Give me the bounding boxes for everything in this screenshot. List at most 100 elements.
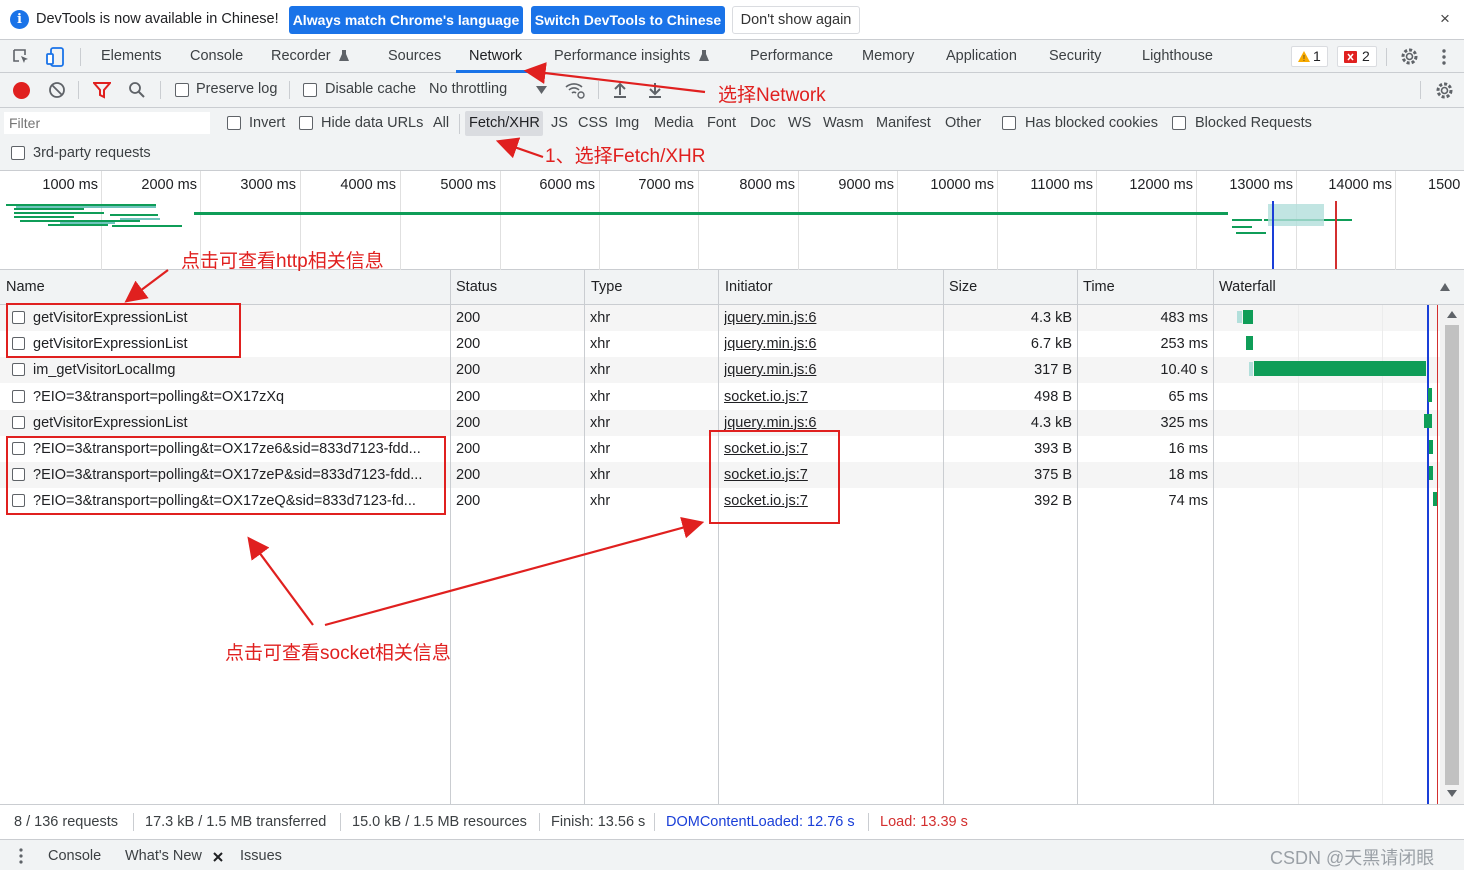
type-filter-css[interactable]: CSS	[578, 115, 608, 131]
type-filter-all[interactable]: All	[433, 115, 449, 131]
svg-text:!: !	[1303, 54, 1305, 63]
request-time: 74 ms	[1168, 493, 1209, 509]
column-name-header[interactable]: Name	[0, 270, 45, 305]
request-initiator-link[interactable]: jquery.min.js:6	[724, 331, 924, 357]
tab-lighthouse[interactable]: Lighthouse	[1142, 40, 1213, 73]
more-options-icon[interactable]	[1440, 48, 1448, 66]
request-status: 200	[456, 336, 481, 352]
type-filter-manifest[interactable]: Manifest	[876, 115, 931, 131]
row-select-checkbox[interactable]	[12, 416, 25, 429]
request-initiator-link[interactable]: jquery.min.js:6	[724, 357, 924, 383]
tab-network[interactable]: Network	[469, 40, 522, 73]
type-filter-ws[interactable]: WS	[788, 115, 811, 131]
invert-label: Invert	[249, 115, 286, 131]
tab-console[interactable]: Console	[190, 40, 243, 73]
filter-input[interactable]	[4, 112, 210, 134]
tab-application[interactable]: Application	[946, 40, 1017, 73]
close-infobar-icon[interactable]: ×	[1440, 9, 1450, 29]
scroll-up-icon[interactable]	[1447, 311, 1457, 318]
column-size-header[interactable]: Size	[943, 270, 977, 305]
drawer-tab-issues[interactable]: Issues	[240, 848, 282, 864]
hide-data-urls-checkbox[interactable]	[299, 116, 313, 130]
preserve-log-label: Preserve log	[196, 81, 278, 97]
request-type: xhr	[590, 467, 611, 483]
request-time: 10.40 s	[1160, 362, 1208, 378]
overview-tick-label: 1000 ms	[42, 177, 98, 193]
request-status: 200	[456, 441, 481, 457]
request-initiator-link[interactable]: jquery.min.js:6	[724, 305, 924, 331]
row-select-checkbox[interactable]	[12, 363, 25, 376]
third-party-requests-checkbox[interactable]	[11, 146, 25, 160]
blocked-requests-checkbox[interactable]	[1172, 116, 1186, 130]
tab-sources[interactable]: Sources	[388, 40, 441, 73]
request-initiator-link[interactable]: socket.io.js:7	[724, 384, 924, 410]
has-blocked-cookies-checkbox[interactable]	[1002, 116, 1016, 130]
column-time-header[interactable]: Time	[1077, 270, 1115, 305]
close-tab-icon[interactable]	[213, 852, 223, 862]
disable-cache-label: Disable cache	[325, 81, 417, 97]
search-icon[interactable]	[128, 81, 146, 99]
tab-elements[interactable]: Elements	[101, 40, 161, 73]
drawer-tab-whats-new[interactable]: What's New	[125, 848, 202, 864]
clear-icon[interactable]	[48, 81, 66, 99]
type-filter-img[interactable]: Img	[615, 115, 639, 131]
request-name[interactable]: ?EIO=3&transport=polling&t=OX17zXq	[33, 384, 443, 410]
preserve-log-checkbox[interactable]	[175, 83, 189, 97]
column-initiator-header[interactable]: Initiator	[719, 270, 773, 305]
always-match-language-button[interactable]: Always match Chrome's language	[289, 6, 523, 34]
table-row[interactable]: ?EIO=3&transport=polling&t=OX17zXq 200 xhr…	[0, 384, 1440, 410]
sort-ascending-icon[interactable]	[1440, 283, 1450, 291]
inspect-element-icon[interactable]	[12, 48, 30, 66]
type-filter-other[interactable]: Other	[945, 115, 981, 131]
tab-security[interactable]: Security	[1049, 40, 1101, 73]
scrollbar-thumb[interactable]	[1445, 325, 1459, 785]
warnings-badge[interactable]: ! 1	[1291, 46, 1328, 67]
type-filter-font[interactable]: Font	[707, 115, 736, 131]
dont-show-again-button[interactable]: Don't show again	[732, 6, 860, 34]
type-filter-media[interactable]: Media	[654, 115, 694, 131]
record-icon[interactable]	[13, 82, 30, 99]
errors-badge[interactable]: 2	[1337, 46, 1377, 67]
request-status: 200	[456, 415, 481, 431]
tab-performance[interactable]: Performance	[750, 40, 833, 73]
import-har-icon[interactable]	[612, 81, 628, 99]
throttling-select[interactable]: No throttling	[429, 81, 507, 97]
type-filter-wasm[interactable]: Wasm	[823, 115, 864, 131]
column-waterfall-header[interactable]: Waterfall	[1213, 270, 1276, 305]
table-row[interactable]: im_getVisitorLocalImg 200 xhr jquery.min.js…	[0, 357, 1440, 383]
invert-checkbox[interactable]	[227, 116, 241, 130]
settings-gear-icon[interactable]	[1400, 47, 1419, 66]
row-select-checkbox[interactable]	[12, 390, 25, 403]
annotation-select-network: 选择Network	[718, 85, 826, 106]
tab-memory[interactable]: Memory	[862, 40, 914, 73]
waterfall-bar	[1428, 388, 1432, 402]
request-size: 317 B	[1034, 362, 1072, 378]
export-har-icon[interactable]	[647, 81, 663, 99]
type-filter-js[interactable]: JS	[551, 115, 568, 131]
tab-recorder[interactable]: Recorder	[271, 40, 331, 73]
device-toolbar-icon[interactable]	[45, 46, 67, 68]
overview-tick-label: 3000 ms	[240, 177, 296, 193]
type-filter-fetch-xhr[interactable]: Fetch/XHR	[469, 115, 540, 131]
drawer-menu-icon[interactable]	[18, 847, 24, 865]
request-status: 200	[456, 493, 481, 509]
filter-icon[interactable]	[93, 82, 111, 99]
flask-icon	[339, 50, 349, 61]
request-name[interactable]: getVisitorExpressionList	[33, 410, 443, 436]
network-settings-gear-icon[interactable]	[1435, 81, 1454, 100]
vertical-scrollbar[interactable]	[1440, 305, 1464, 804]
annotation-socket-info: 点击可查看socket相关信息	[225, 643, 451, 664]
request-type: xhr	[590, 441, 611, 457]
type-filter-doc[interactable]: Doc	[750, 115, 776, 131]
tab-performance-insights[interactable]: Performance insights	[554, 40, 690, 73]
column-type-header[interactable]: Type	[585, 270, 622, 305]
network-conditions-icon[interactable]	[564, 81, 586, 99]
column-status-header[interactable]: Status	[450, 270, 497, 305]
scroll-down-icon[interactable]	[1447, 790, 1457, 797]
switch-to-chinese-button[interactable]: Switch DevTools to Chinese	[531, 6, 725, 34]
request-name[interactable]: im_getVisitorLocalImg	[33, 357, 443, 383]
disable-cache-checkbox[interactable]	[303, 83, 317, 97]
dropdown-arrow-icon[interactable]	[536, 86, 547, 94]
drawer-tab-console[interactable]: Console	[48, 848, 101, 864]
request-time: 253 ms	[1160, 336, 1208, 352]
